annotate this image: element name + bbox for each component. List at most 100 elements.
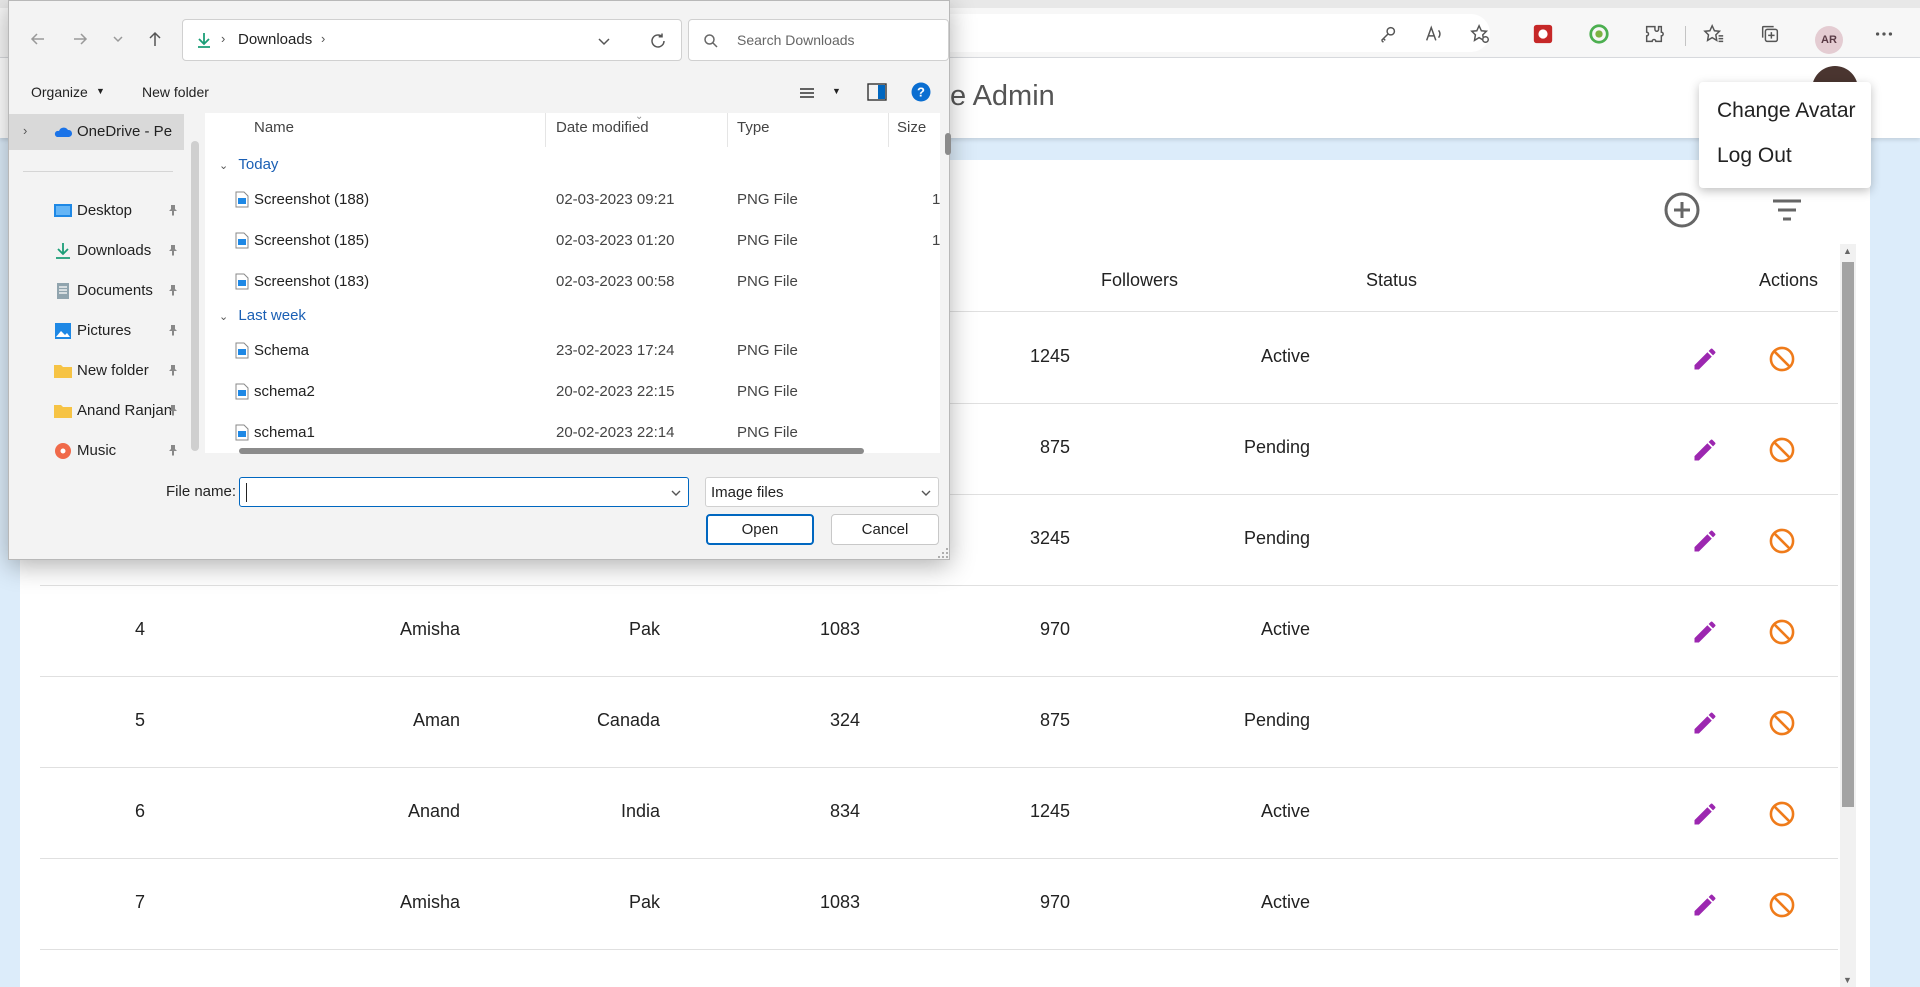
file-row[interactable]: Screenshot (188) 02-03-2023 09:21 PNG File… [205, 180, 940, 220]
extensions-icon[interactable] [1641, 21, 1667, 47]
navigation-pane: › OneDrive - Perso Desktop Downloads Docum… [9, 113, 184, 461]
pin-icon[interactable] [167, 444, 179, 456]
forward-arrow-icon[interactable] [67, 26, 93, 52]
nav-item-pictures[interactable]: Pictures [9, 313, 184, 349]
path-chevron-icon[interactable]: › [321, 31, 325, 46]
file-list-horizontal-scrollbar[interactable] [239, 448, 864, 454]
file-name-dropdown-icon[interactable] [670, 487, 682, 499]
file-name-input[interactable] [239, 477, 689, 507]
pin-icon[interactable] [167, 404, 179, 416]
block-user-icon[interactable] [1766, 434, 1798, 466]
view-list-icon[interactable] [799, 85, 815, 101]
block-user-icon[interactable] [1766, 343, 1798, 375]
nav-item-documents[interactable]: Documents [9, 273, 184, 309]
menu-log-out[interactable]: Log Out [1717, 144, 1792, 168]
read-aloud-icon[interactable] [1421, 21, 1447, 47]
organize-button[interactable]: Organize [31, 84, 88, 100]
nav-item-label: Music [77, 442, 117, 459]
collapse-chevron-icon[interactable]: ⌄ [219, 311, 228, 323]
edit-pencil-icon[interactable] [1689, 707, 1721, 739]
nav-item-label: Downloads [77, 242, 152, 259]
recent-locations-chevron-icon[interactable] [105, 26, 131, 52]
edit-pencil-icon[interactable] [1689, 616, 1721, 648]
favorites-icon[interactable] [1701, 21, 1727, 47]
file-row[interactable]: Schema 23-02-2023 17:24 PNG File [205, 331, 940, 371]
address-path-box[interactable]: › Downloads › [182, 19, 682, 61]
more-options-icon[interactable] [1871, 21, 1897, 47]
refresh-icon[interactable] [649, 32, 667, 50]
path-separator-icon: › [221, 31, 226, 46]
back-arrow-icon[interactable] [25, 26, 51, 52]
column-separator[interactable] [545, 113, 546, 147]
resize-grip-icon[interactable] [937, 547, 949, 559]
column-followers[interactable]: Followers [1101, 270, 1178, 291]
cancel-button[interactable]: Cancel [831, 514, 939, 545]
nav-item-new-folder[interactable]: New folder [9, 353, 184, 389]
desktop-icon [54, 204, 72, 217]
file-type-select[interactable]: Image files [705, 477, 939, 507]
file-list-vertical-scrollbar[interactable] [945, 133, 951, 155]
file-row[interactable]: Screenshot (185) 02-03-2023 01:20 PNG File… [205, 221, 940, 261]
block-user-icon[interactable] [1766, 525, 1798, 557]
group-today[interactable]: ⌄ Today [219, 156, 278, 173]
column-separator[interactable] [888, 113, 889, 147]
help-icon[interactable]: ? [911, 82, 931, 102]
extension-green-icon[interactable] [1586, 21, 1612, 47]
key-icon[interactable] [1375, 21, 1401, 47]
collapse-chevron-icon[interactable]: ⌄ [219, 160, 228, 172]
file-type-dropdown-icon[interactable] [920, 487, 932, 499]
column-status[interactable]: Status [1366, 270, 1417, 291]
nav-item-downloads[interactable]: Downloads [9, 233, 184, 269]
nav-item-desktop[interactable]: Desktop [9, 193, 184, 229]
menu-change-avatar[interactable]: Change Avatar [1717, 99, 1856, 123]
profile-avatar[interactable]: AR [1815, 26, 1843, 54]
file-row[interactable]: schema1 20-02-2023 22:14 PNG File [205, 413, 940, 453]
address-bar[interactable] [920, 14, 1490, 52]
block-user-icon[interactable] [1766, 707, 1798, 739]
breadcrumb-downloads[interactable]: Downloads [238, 31, 312, 48]
file-row[interactable]: schema2 20-02-2023 22:15 PNG File [205, 372, 940, 412]
edit-pencil-icon[interactable] [1689, 889, 1721, 921]
block-user-icon[interactable] [1766, 616, 1798, 648]
table-row: 7 Amisha Pak 1083 970 Active [40, 859, 1838, 950]
pin-icon[interactable] [167, 284, 179, 296]
organize-chevron-icon[interactable]: ▼ [96, 86, 105, 96]
column-name[interactable]: Name [254, 119, 294, 136]
column-type[interactable]: Type [737, 119, 770, 136]
preview-pane-icon[interactable] [867, 83, 887, 101]
file-row[interactable]: Screenshot (183) 02-03-2023 00:58 PNG File [205, 262, 940, 302]
block-user-icon[interactable] [1766, 889, 1798, 921]
column-separator[interactable] [727, 113, 728, 147]
edit-pencil-icon[interactable] [1689, 798, 1721, 830]
group-last-week[interactable]: ⌄ Last week [219, 307, 306, 324]
filter-icon[interactable] [1765, 188, 1809, 232]
pin-icon[interactable] [167, 244, 179, 256]
view-options-chevron-icon[interactable]: ▼ [832, 86, 841, 96]
table-scrollbar-thumb[interactable] [1842, 262, 1854, 807]
nav-item-anand-ranjan[interactable]: Anand Ranjan [9, 393, 184, 429]
expand-chevron-icon[interactable]: › [23, 123, 27, 138]
edit-pencil-icon[interactable] [1689, 525, 1721, 557]
navigation-scrollbar[interactable] [191, 141, 199, 451]
collections-icon[interactable] [1757, 21, 1783, 47]
up-arrow-icon[interactable] [142, 26, 168, 52]
pin-icon[interactable] [167, 364, 179, 376]
nav-item-onedrive[interactable]: › OneDrive - Perso [9, 114, 184, 150]
add-favorite-icon[interactable] [1467, 21, 1493, 47]
search-box[interactable]: Search Downloads [688, 19, 949, 61]
edit-pencil-icon[interactable] [1689, 434, 1721, 466]
pin-icon[interactable] [167, 324, 179, 336]
new-folder-button[interactable]: New folder [142, 84, 209, 100]
extension-red-icon[interactable] [1530, 21, 1556, 47]
cell-status: Active [1260, 346, 1310, 366]
table-scrollbar[interactable]: ▲ ▼ [1840, 244, 1856, 987]
add-circle-icon[interactable] [1660, 188, 1704, 232]
download-icon [198, 33, 210, 48]
column-size[interactable]: Size [897, 119, 926, 136]
open-button[interactable]: Open [706, 514, 814, 545]
edit-pencil-icon[interactable] [1689, 343, 1721, 375]
pin-icon[interactable] [167, 204, 179, 216]
nav-item-music[interactable]: Music [9, 433, 184, 469]
block-user-icon[interactable] [1766, 798, 1798, 830]
path-dropdown-icon[interactable] [597, 34, 611, 48]
